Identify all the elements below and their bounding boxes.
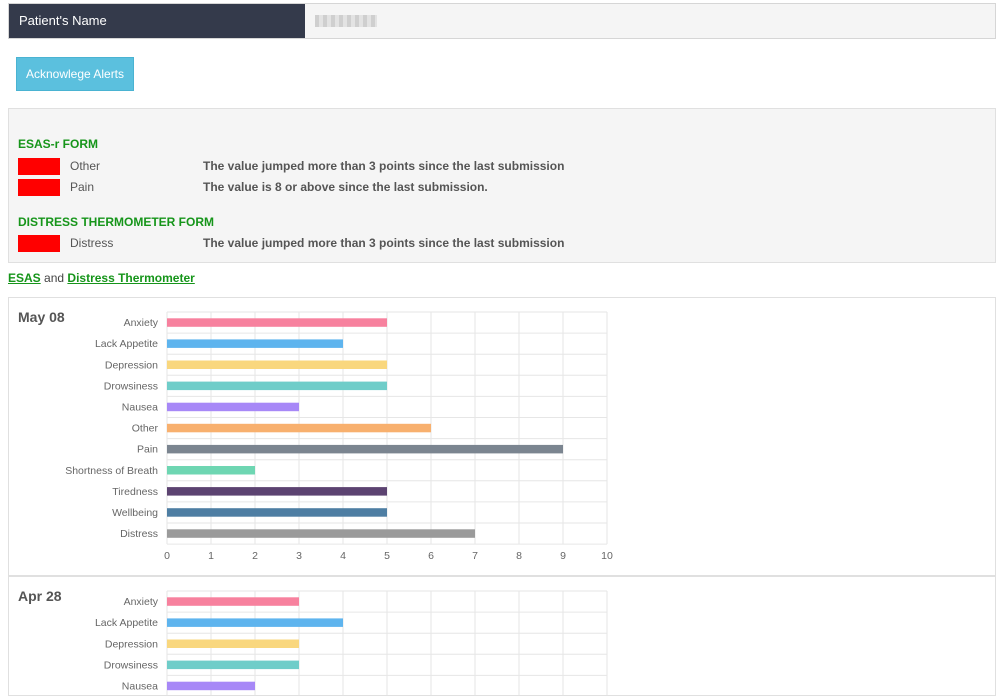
alert-name: Pain — [70, 180, 95, 194]
bar — [167, 466, 255, 475]
bar — [167, 639, 299, 648]
alert-message: The value jumped more than 3 points sinc… — [203, 159, 565, 173]
category-label: Depression — [105, 359, 158, 371]
distress-form-title: DISTRESS THERMOMETER FORM — [18, 215, 215, 229]
tick-label: 4 — [340, 550, 346, 562]
bar — [167, 381, 387, 391]
category-label: Drowsiness — [104, 380, 158, 392]
bar — [167, 444, 563, 454]
tick-label: 2 — [252, 550, 258, 562]
bar — [167, 508, 387, 517]
category-label: Anxiety — [124, 317, 159, 329]
bar — [167, 360, 387, 369]
category-label: Nausea — [122, 401, 158, 413]
alert-name: Distress — [70, 236, 114, 250]
category-label: Lack Appetite — [95, 338, 158, 350]
patient-name-value-redacted — [315, 15, 377, 27]
esas-bar-chart: Anxiety Lack Appetite Depression Drowsiness… — [65, 311, 613, 562]
chart-panel-may-08: May 08 Anxiety Lack Appetite Depression Dro… — [8, 297, 996, 576]
tick-label: 1 — [208, 550, 214, 562]
tick-label: 6 — [428, 550, 434, 562]
tick-label: 5 — [384, 550, 390, 562]
alerts-panel: ESAS-r FORM Other The value jumped more … — [8, 108, 996, 263]
esas-bar-chart: Anxiety Lack Appetite Depression Drowsiness… — [95, 590, 608, 695]
alert-message: The value jumped more than 3 points sinc… — [203, 236, 565, 250]
bar — [167, 660, 299, 670]
category-label: Tiredness — [112, 486, 158, 498]
category-label: Distress — [120, 528, 158, 540]
category-label: Nausea — [122, 680, 158, 692]
alert-row-other: Other The value jumped more than 3 point… — [18, 158, 978, 176]
tick-label: 7 — [472, 550, 478, 562]
bar — [167, 402, 299, 412]
esas-form-title: ESAS-r FORM — [18, 137, 99, 151]
category-label: Drowsiness — [104, 659, 158, 671]
bar — [167, 339, 343, 348]
alert-swatch — [18, 158, 60, 175]
alert-message: The value is 8 or above since the last s… — [203, 180, 488, 194]
acknowledge-alerts-button[interactable]: Acknowlege Alerts — [16, 57, 134, 91]
category-label: Depression — [105, 638, 158, 650]
bar — [167, 618, 343, 627]
bar — [167, 529, 475, 538]
alert-swatch — [18, 179, 60, 196]
category-label: Pain — [137, 444, 158, 456]
category-label: Shortness of Breath — [65, 465, 158, 477]
patient-name-label: Patient's Name — [9, 4, 305, 38]
chart-links: ESAS and Distress Thermometer — [8, 271, 195, 285]
bar — [167, 597, 299, 606]
tick-label: 10 — [601, 550, 613, 562]
category-label: Lack Appetite — [95, 617, 158, 629]
alert-name: Other — [70, 159, 101, 173]
bar — [167, 318, 387, 327]
alert-row-distress: Distress The value jumped more than 3 po… — [18, 235, 978, 253]
chart-panel-apr-28: Apr 28 Anxiety Lack Appetite Depression Dro… — [8, 576, 996, 696]
bar — [167, 423, 431, 433]
tick-label: 0 — [164, 550, 170, 562]
tick-label: 3 — [296, 550, 302, 562]
category-label: Wellbeing — [112, 507, 158, 519]
tick-label: 9 — [560, 550, 566, 562]
esas-link[interactable]: ESAS — [8, 271, 41, 285]
category-label: Other — [132, 423, 159, 435]
distress-thermometer-link[interactable]: Distress Thermometer — [67, 271, 194, 285]
links-and-text: and — [44, 271, 65, 285]
bar — [167, 681, 255, 691]
tick-label: 8 — [516, 550, 522, 562]
bar — [167, 487, 387, 496]
alert-swatch — [18, 235, 60, 252]
category-label: Anxiety — [124, 596, 159, 608]
alert-row-pain: Pain The value is 8 or above since the l… — [18, 179, 978, 197]
patient-name-row: Patient's Name — [8, 3, 996, 39]
